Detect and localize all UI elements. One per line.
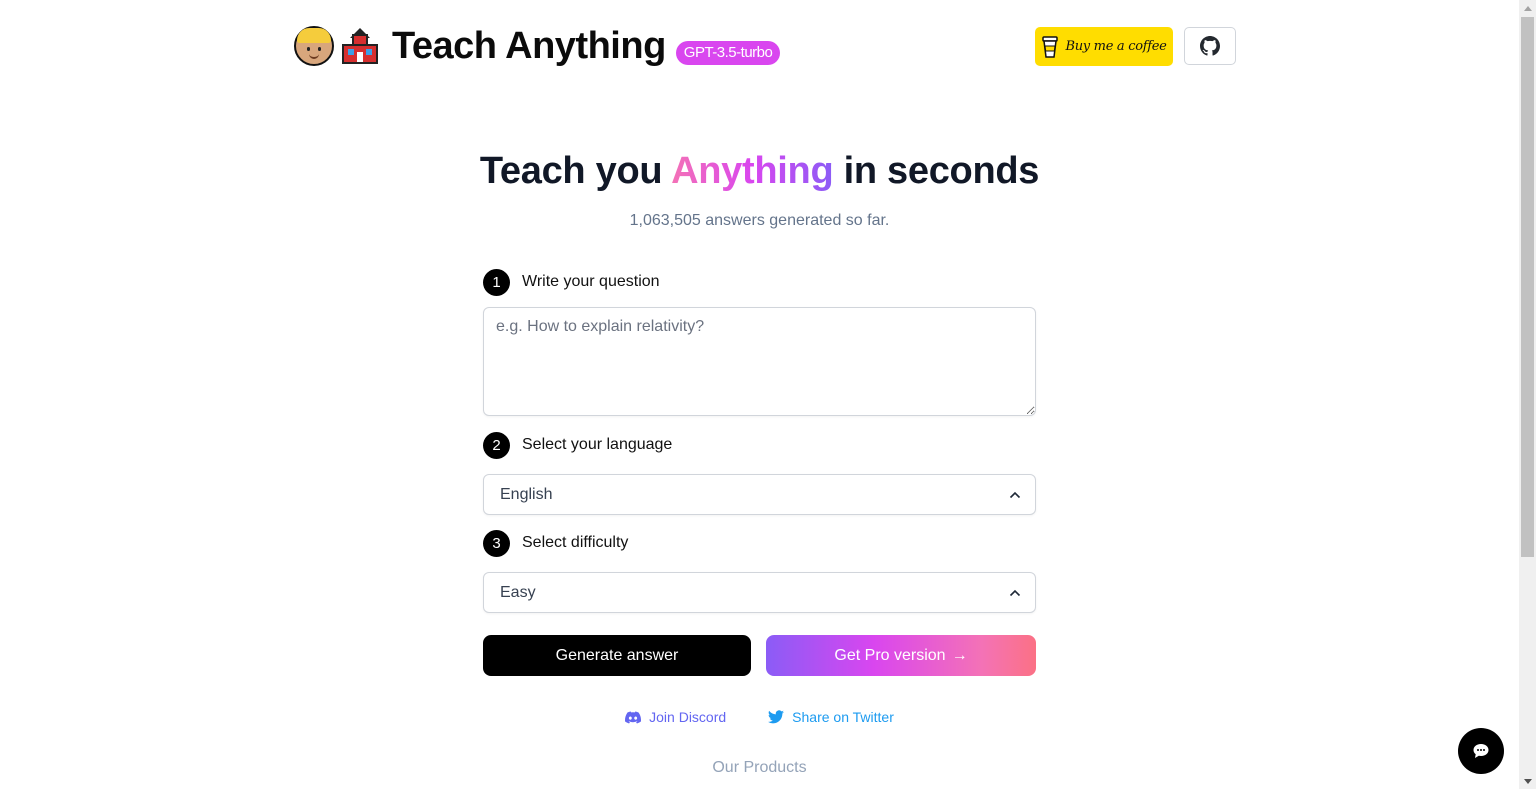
coffee-label: Buy me a coffee [1065, 39, 1167, 54]
step-3-number: 3 [483, 529, 510, 557]
share-on-twitter-link[interactable]: Share on Twitter [768, 709, 894, 725]
generate-answer-button[interactable]: Generate answer [483, 635, 751, 676]
twitter-icon [768, 710, 785, 724]
scroll-up-icon [1523, 5, 1532, 11]
difficulty-selected-value: Easy [500, 583, 536, 601]
share-on-twitter-label: Share on Twitter [792, 709, 894, 725]
step-1-number: 1 [483, 268, 510, 296]
coffee-cup-icon [1042, 35, 1059, 58]
answers-counter: 1,063,505 answers generated so far. [629, 212, 890, 229]
chevron-up-icon [1009, 589, 1021, 596]
our-products-heading: Our Products [712, 759, 807, 776]
language-select[interactable]: English [483, 474, 1036, 515]
scrollbar-thumb[interactable] [1521, 17, 1534, 557]
brand[interactable]: Teach Anything GPT-3.5-turbo [294, 24, 781, 68]
hero-title: Teach you Anything in seconds [0, 150, 1519, 193]
scroll-down-arrow[interactable] [1519, 773, 1536, 789]
boy-emoji-icon [294, 26, 334, 66]
question-input[interactable] [483, 307, 1036, 416]
community-links: Join Discord Share on Twitter [0, 709, 1519, 725]
difficulty-select[interactable]: Easy [483, 572, 1036, 613]
brand-title: Teach Anything [392, 25, 666, 67]
page: Teach Anything GPT-3.5-turbo Buy me a co… [0, 0, 1519, 789]
join-discord-label: Join Discord [649, 709, 727, 725]
site-header: Teach Anything GPT-3.5-turbo Buy me a co… [294, 24, 1236, 68]
get-pro-version-button[interactable]: Get Pro version → [766, 635, 1036, 676]
step-1-label: Write your question [522, 273, 660, 290]
buy-me-a-coffee-button[interactable]: Buy me a coffee [1035, 27, 1173, 66]
step-2-header: 2 Select your language [483, 431, 672, 459]
step-2-number: 2 [483, 431, 510, 459]
hero-title-start: Teach you [479, 150, 672, 192]
step-2-label: Select your language [522, 436, 673, 453]
step-3-label: Select difficulty [522, 534, 629, 551]
chat-bubble-icon [1473, 744, 1489, 758]
github-icon [1200, 36, 1220, 56]
chevron-up-icon [1009, 491, 1021, 498]
step-3-header: 3 Select difficulty [483, 529, 628, 557]
pro-button-label: Get Pro version [834, 646, 946, 664]
language-selected-value: English [500, 485, 553, 503]
chat-widget-button[interactable] [1458, 728, 1504, 774]
model-badge: GPT-3.5-turbo [675, 41, 781, 65]
school-emoji-icon [340, 26, 380, 66]
scroll-down-icon [1523, 778, 1532, 784]
github-button[interactable] [1184, 27, 1236, 65]
hero-title-end: in seconds [833, 150, 1040, 192]
arrow-right-icon: → [951, 646, 968, 664]
hero-title-highlight: Anything [671, 150, 834, 192]
vertical-scrollbar[interactable] [1519, 0, 1536, 789]
scroll-up-arrow[interactable] [1519, 0, 1536, 16]
step-1-header: 1 Write your question [483, 268, 660, 296]
discord-icon [625, 711, 642, 723]
join-discord-link[interactable]: Join Discord [625, 709, 726, 725]
